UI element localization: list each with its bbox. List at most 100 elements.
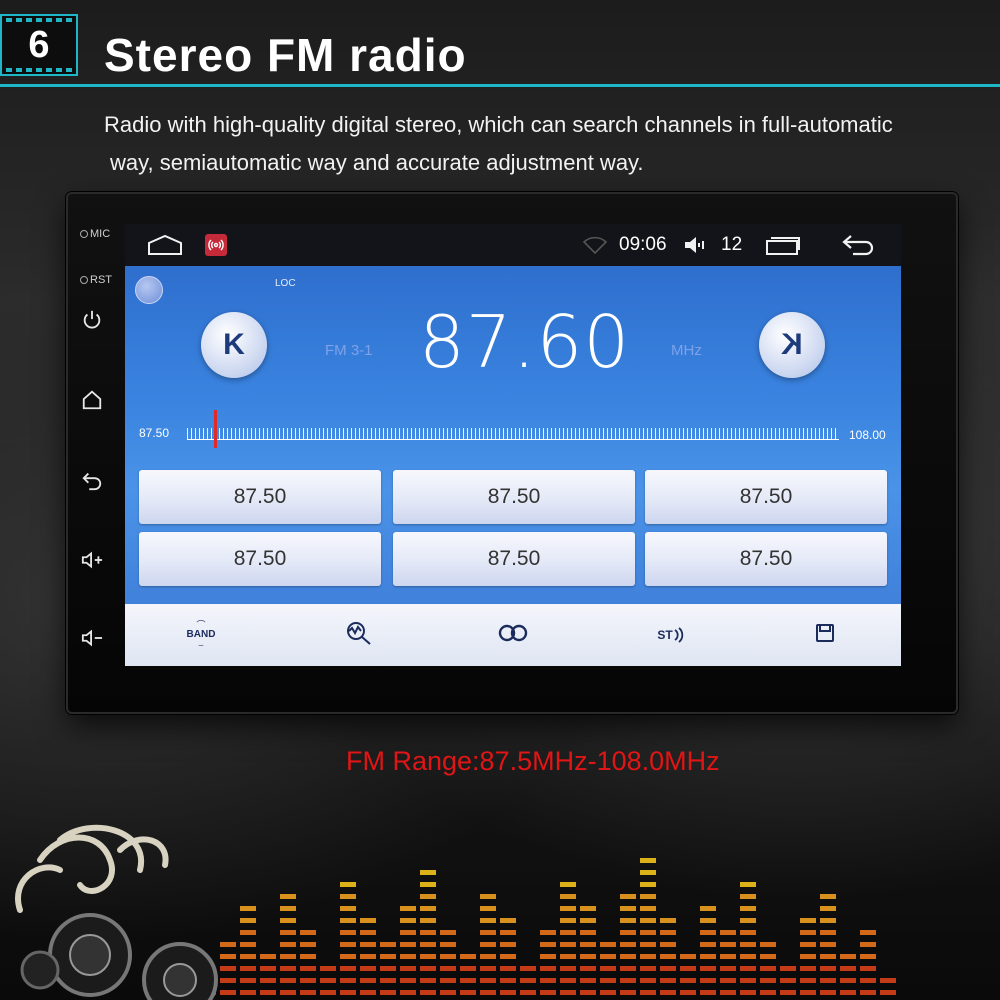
equalizer-bar-segment <box>700 906 716 911</box>
loop-button[interactable] <box>473 604 553 666</box>
equalizer-bar-segment <box>820 894 836 899</box>
equalizer-bar-segment <box>580 918 596 923</box>
equalizer-bar-segment <box>740 882 756 887</box>
loc-toggle[interactable] <box>135 276 163 304</box>
equalizer-bar-segment <box>780 966 796 971</box>
back-icon[interactable] <box>78 466 106 494</box>
radio-app-icon[interactable] <box>205 224 227 266</box>
equalizer-bar-segment <box>820 918 836 923</box>
equalizer-bar-segment <box>560 894 576 899</box>
tuning-scale[interactable] <box>187 422 839 440</box>
equalizer-bar-segment <box>360 954 376 959</box>
equalizer-bar-segment <box>880 990 896 995</box>
frequency-unit: MHz <box>671 342 702 359</box>
equalizer-bar-segment <box>300 942 316 947</box>
loop-icon <box>497 624 529 647</box>
equalizer-bar-segment <box>860 942 876 947</box>
preset-button[interactable]: 87.50 <box>393 532 635 586</box>
loc-label: LOC <box>275 278 296 289</box>
radio-toolbar: ⌒ BAND ⌣ ST <box>125 604 901 666</box>
equalizer-bar-segment <box>840 990 856 995</box>
equalizer-bar-segment <box>780 978 796 983</box>
equalizer-bar-segment <box>300 978 316 983</box>
equalizer-bar-segment <box>420 930 436 935</box>
equalizer-bar-segment <box>560 954 576 959</box>
equalizer-bar-segment <box>520 990 536 995</box>
equalizer-bar-segment <box>300 954 316 959</box>
equalizer-bar-segment <box>740 930 756 935</box>
equalizer-bar-segment <box>680 978 696 983</box>
equalizer-bar-segment <box>660 954 676 959</box>
save-button[interactable] <box>785 604 865 666</box>
equalizer-bar-segment <box>560 930 576 935</box>
preset-button[interactable]: 87.50 <box>645 532 887 586</box>
preset-button[interactable]: 87.50 <box>139 532 381 586</box>
radio-screen: 09:06 12 LOC K FM 3-1 87.60 MHz K 87.50 … <box>125 224 901 666</box>
equalizer-bar-segment <box>380 978 396 983</box>
equalizer-bar-segment <box>540 942 556 947</box>
equalizer-bar-segment <box>420 882 436 887</box>
tuning-needle[interactable] <box>214 410 218 448</box>
equalizer-bar-segment <box>580 954 596 959</box>
equalizer-bar-segment <box>820 930 836 935</box>
search-button[interactable] <box>319 604 399 666</box>
equalizer-bar-segment <box>560 990 576 995</box>
equalizer-bar-segment <box>360 930 376 935</box>
equalizer-bar-segment <box>500 930 516 935</box>
equalizer-bar-segment <box>300 930 316 935</box>
equalizer-bar-segment <box>880 978 896 983</box>
preset-button[interactable]: 87.50 <box>139 470 381 524</box>
equalizer-bar-segment <box>380 954 396 959</box>
equalizer-bar-segment <box>580 990 596 995</box>
equalizer-bar-segment <box>320 978 336 983</box>
equalizer-bar-segment <box>700 954 716 959</box>
seek-prev-button[interactable]: K <box>201 312 267 378</box>
equalizer-bar-segment <box>440 930 456 935</box>
volume-level: 12 <box>721 234 743 255</box>
save-icon <box>815 623 835 648</box>
equalizer-bar-segment <box>800 978 816 983</box>
equalizer-bar-segment <box>400 918 416 923</box>
equalizer-bar-segment <box>620 942 636 947</box>
equalizer-bar-segment <box>660 978 676 983</box>
volume-down-icon[interactable] <box>78 624 106 652</box>
rst-button[interactable]: RST <box>80 274 112 286</box>
equalizer-bar-segment <box>800 942 816 947</box>
equalizer-bar-segment <box>340 990 356 995</box>
equalizer-bar-segment <box>640 954 656 959</box>
equalizer-bar-segment <box>840 954 856 959</box>
equalizer-bar-segment <box>680 954 696 959</box>
equalizer-bar-segment <box>340 906 356 911</box>
equalizer-bar-segment <box>340 954 356 959</box>
preset-button[interactable]: 87.50 <box>645 470 887 524</box>
preset-button[interactable]: 87.50 <box>393 470 635 524</box>
band-button[interactable]: ⌒ BAND ⌣ <box>161 604 241 666</box>
recent-apps-icon[interactable] <box>765 224 801 266</box>
home-icon[interactable] <box>147 224 183 266</box>
equalizer-bar-segment <box>400 906 416 911</box>
power-icon[interactable] <box>78 306 106 334</box>
volume-up-icon[interactable] <box>78 546 106 574</box>
equalizer-bar-segment <box>440 942 456 947</box>
equalizer-bar-segment <box>300 966 316 971</box>
speaker-icon[interactable] <box>683 224 707 266</box>
equalizer-bar-segment <box>620 978 636 983</box>
equalizer-bar-segment <box>500 918 516 923</box>
stereo-button[interactable]: ST <box>631 604 711 666</box>
equalizer-bar-segment <box>580 906 596 911</box>
equalizer-bar-segment <box>480 990 496 995</box>
equalizer-bar-segment <box>600 978 616 983</box>
equalizer-bar-segment <box>860 978 876 983</box>
equalizer-bar-segment <box>660 930 676 935</box>
equalizer-bar-segment <box>860 930 876 935</box>
equalizer-bar-segment <box>400 930 416 935</box>
equalizer-bar-segment <box>360 978 376 983</box>
home-icon[interactable] <box>78 386 106 414</box>
equalizer-bar-segment <box>680 990 696 995</box>
back-icon[interactable] <box>841 224 877 266</box>
equalizer-bar-segment <box>440 966 456 971</box>
seek-next-button[interactable]: K <box>759 312 825 378</box>
equalizer-bar-segment <box>640 990 656 995</box>
equalizer-bar-segment <box>420 906 436 911</box>
equalizer-bar-segment <box>720 942 736 947</box>
